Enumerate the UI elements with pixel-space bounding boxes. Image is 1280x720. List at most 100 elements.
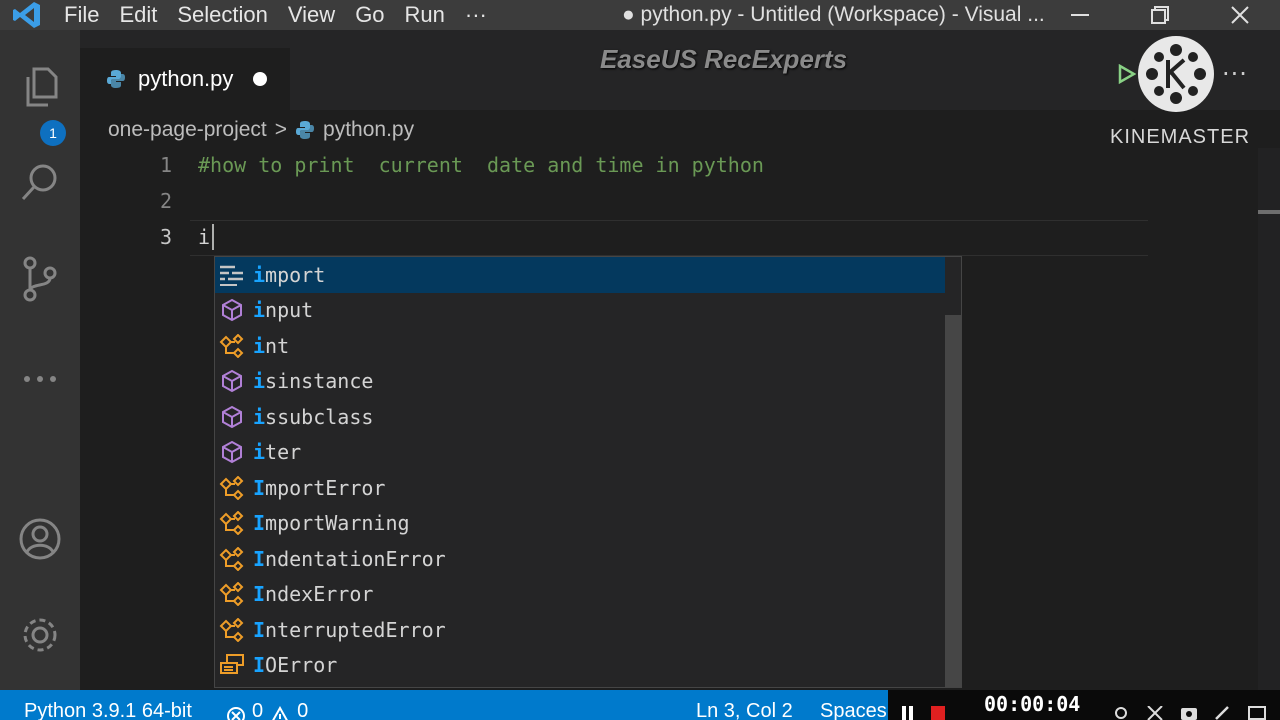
more-views-button[interactable] bbox=[0, 344, 80, 414]
autocomplete-item[interactable]: IndentationError bbox=[215, 541, 945, 577]
problems-indicator[interactable]: 0 0 bbox=[226, 690, 308, 720]
title-bar: File Edit Selection View Go Run ··· ● py… bbox=[0, 0, 1280, 30]
autocomplete-scrollbar[interactable] bbox=[945, 315, 961, 687]
restore-icon bbox=[1151, 6, 1169, 24]
line-number: 3 bbox=[159, 225, 172, 249]
pause-icon[interactable] bbox=[900, 706, 916, 720]
autocomplete-item[interactable]: IndexError bbox=[215, 577, 945, 613]
function-icon bbox=[219, 439, 245, 465]
keyword-icon bbox=[219, 262, 245, 288]
menu-file[interactable]: File bbox=[54, 0, 109, 30]
source-control-button[interactable] bbox=[0, 244, 80, 314]
screen-recorder-toolbar: 00:00:04 bbox=[888, 690, 1280, 720]
class-icon bbox=[219, 617, 245, 643]
more-actions-button[interactable]: ··· bbox=[1222, 60, 1248, 88]
tab-bar: python.py EaseUS RecExperts ··· KINEMAST… bbox=[80, 30, 1280, 148]
minimize-button[interactable] bbox=[1040, 0, 1120, 30]
autocomplete-item[interactable]: issubclass bbox=[215, 399, 945, 435]
code-line[interactable]: i bbox=[198, 225, 210, 249]
autocomplete-item[interactable]: iter bbox=[215, 435, 945, 471]
menu-run[interactable]: Run bbox=[395, 0, 455, 30]
stop-icon[interactable] bbox=[930, 706, 946, 720]
autocomplete-item[interactable]: IOError bbox=[215, 648, 945, 684]
play-icon bbox=[1118, 63, 1137, 85]
breadcrumb-folder[interactable]: one-page-project bbox=[108, 118, 267, 142]
run-button[interactable] bbox=[1118, 63, 1137, 88]
recorder-watermark: EaseUS RecExperts bbox=[600, 44, 848, 74]
gear-icon bbox=[23, 618, 57, 652]
settings-icon[interactable] bbox=[1112, 706, 1130, 720]
current-line-highlight bbox=[190, 220, 1148, 256]
indentation-setting[interactable]: Spaces bbox=[820, 690, 887, 720]
warning-icon bbox=[272, 706, 289, 720]
source-control-icon bbox=[23, 256, 57, 302]
match-highlight: I bbox=[253, 617, 266, 642]
function-icon bbox=[219, 297, 245, 323]
class-icon bbox=[219, 333, 245, 359]
cursor-position[interactable]: Ln 3, Col 2 bbox=[696, 690, 793, 720]
manage-button[interactable] bbox=[0, 600, 80, 670]
breadcrumb-separator: > bbox=[274, 118, 288, 141]
camera-icon[interactable] bbox=[1180, 706, 1198, 720]
explorer-button[interactable] bbox=[0, 52, 80, 122]
line-number: 1 bbox=[159, 153, 172, 177]
warning-count: 0 bbox=[297, 700, 309, 720]
autocomplete-item[interactable]: int bbox=[215, 328, 945, 364]
completion-text: mportError bbox=[265, 475, 386, 500]
kinemaster-logo-icon bbox=[1138, 36, 1214, 112]
account-icon bbox=[19, 518, 61, 560]
menu-view[interactable]: View bbox=[278, 0, 345, 30]
autocomplete-item[interactable]: import bbox=[215, 257, 945, 293]
match-highlight: i bbox=[253, 298, 266, 323]
autocomplete-label: IndentationError bbox=[253, 547, 446, 571]
close-window-button[interactable] bbox=[1200, 0, 1280, 30]
match-highlight: I bbox=[253, 582, 266, 607]
pen-icon[interactable] bbox=[1214, 706, 1232, 720]
window-title: ● python.py - Untitled (Workspace) - Vis… bbox=[622, 3, 1045, 26]
autocomplete-item[interactable]: isinstance bbox=[215, 364, 945, 400]
class-icon bbox=[219, 475, 245, 501]
autocomplete-label: IOError bbox=[253, 653, 337, 677]
autocomplete-item[interactable]: ImportWarning bbox=[215, 506, 945, 542]
window-controls bbox=[1040, 0, 1280, 30]
completion-text: ndexError bbox=[265, 582, 374, 607]
breadcrumb-file[interactable]: python.py bbox=[323, 118, 414, 142]
completion-text: ter bbox=[265, 440, 302, 465]
autocomplete-label: ImportError bbox=[253, 476, 385, 500]
menu-more[interactable]: ··· bbox=[455, 0, 497, 30]
menu-selection[interactable]: Selection bbox=[167, 0, 278, 30]
line-number: 2 bbox=[159, 189, 172, 213]
minimize-recorder-icon[interactable] bbox=[1248, 706, 1266, 720]
scissors-icon[interactable] bbox=[1146, 706, 1164, 720]
completion-text: nterruptedError bbox=[265, 617, 446, 642]
completion-text: mportWarning bbox=[265, 511, 410, 536]
autocomplete-widget: import input int isinstance issubclass iter Im… bbox=[214, 256, 962, 688]
search-button[interactable] bbox=[0, 147, 80, 217]
autocomplete-label: IndexError bbox=[253, 582, 373, 606]
completion-text: nt bbox=[265, 333, 290, 358]
menu-go[interactable]: Go bbox=[345, 0, 394, 30]
completion-text: nput bbox=[265, 298, 314, 323]
ellipsis-icon bbox=[24, 376, 56, 382]
class-icon bbox=[219, 581, 245, 607]
close-icon bbox=[1231, 6, 1249, 24]
completion-text: mport bbox=[265, 262, 326, 287]
autocomplete-label: iter bbox=[253, 440, 301, 464]
code-line[interactable]: #how to print current date and time in p… bbox=[198, 153, 764, 177]
unsaved-indicator[interactable] bbox=[253, 72, 268, 86]
function-icon bbox=[219, 404, 245, 430]
minimize-icon bbox=[1071, 14, 1089, 16]
autocomplete-label: input bbox=[253, 298, 313, 322]
menu-bar: File Edit Selection View Go Run ··· bbox=[54, 0, 497, 30]
editor-scrollbar[interactable] bbox=[1258, 148, 1280, 690]
error-icon bbox=[227, 707, 245, 720]
accounts-button[interactable] bbox=[0, 504, 80, 574]
autocomplete-item[interactable]: input bbox=[215, 293, 945, 329]
python-interpreter[interactable]: Python 3.9.1 64-bit bbox=[24, 690, 192, 720]
match-highlight: I bbox=[253, 546, 266, 571]
tab-python-py[interactable]: python.py bbox=[80, 48, 290, 110]
menu-edit[interactable]: Edit bbox=[109, 0, 167, 30]
autocomplete-item[interactable]: ImportError bbox=[215, 470, 945, 506]
autocomplete-item[interactable]: InterruptedError bbox=[215, 612, 945, 648]
restore-button[interactable] bbox=[1120, 0, 1200, 30]
